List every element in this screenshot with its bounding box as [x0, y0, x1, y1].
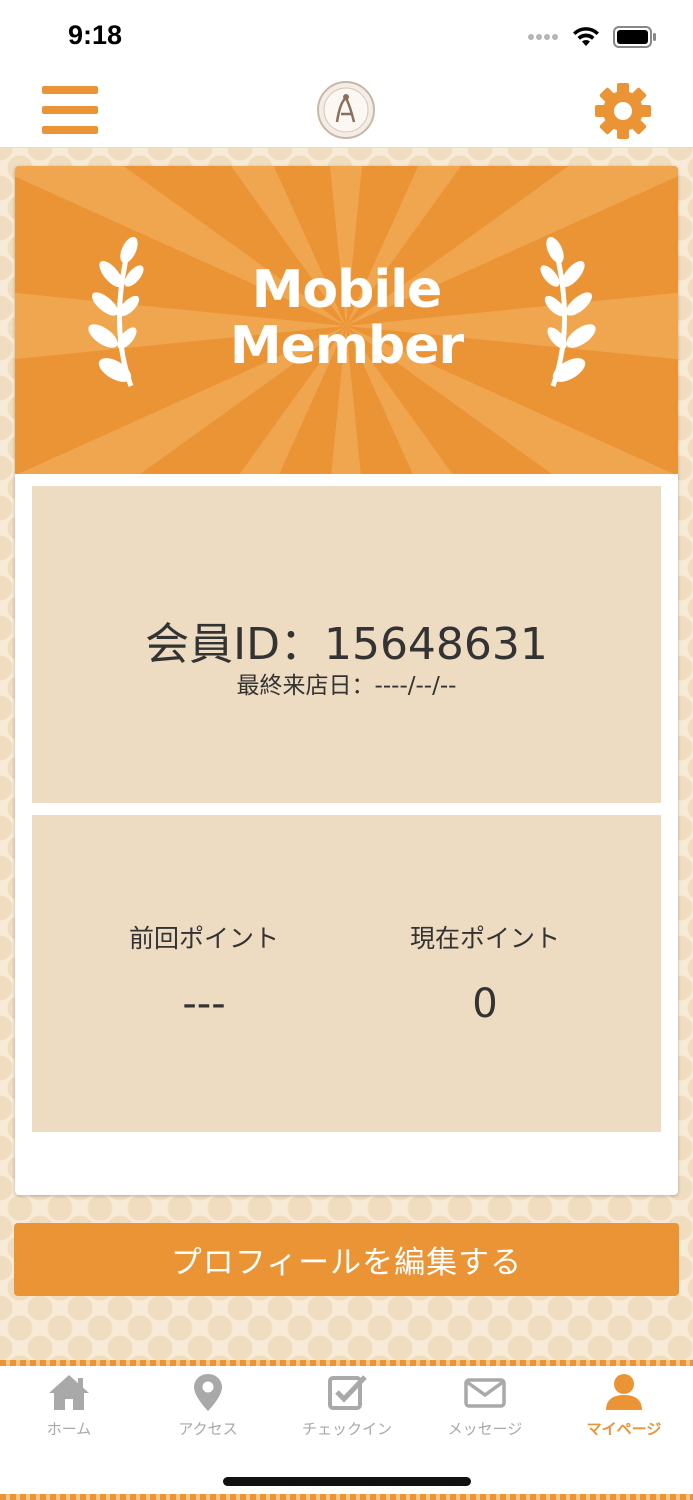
- mail-icon: [464, 1378, 506, 1408]
- gear-icon[interactable]: [594, 82, 652, 140]
- member-card: Mobile Member 会員ID：15648631 最終来店日：----/-…: [15, 166, 678, 1195]
- member-id-panel: 会員ID：15648631 最終来店日：----/--/--: [32, 486, 661, 803]
- tab-checkin[interactable]: チェックイン: [278, 1372, 416, 1456]
- mobile-member-banner: Mobile Member: [15, 166, 678, 474]
- shop-logo: [317, 81, 375, 139]
- tab-home[interactable]: ホーム: [0, 1372, 138, 1456]
- current-points-value: 0: [472, 981, 498, 1027]
- status-icons: [527, 26, 657, 48]
- laurel-right-icon: [540, 236, 596, 387]
- tab-home-label: ホーム: [46, 1420, 92, 1438]
- previous-points: 前回ポイント ---: [94, 919, 314, 1027]
- previous-points-value: ---: [182, 981, 226, 1027]
- signal-icon: [528, 34, 558, 40]
- edit-profile-button[interactable]: プロフィールを編集する: [14, 1223, 679, 1296]
- home-icon: [49, 1375, 89, 1410]
- bottom-stripe: [0, 1494, 693, 1500]
- previous-points-label: 前回ポイント: [128, 924, 279, 953]
- tab-access[interactable]: アクセス: [139, 1372, 277, 1456]
- status-time: 9:18: [68, 20, 123, 50]
- battery-icon: [613, 26, 656, 48]
- map-pin-icon: [194, 1374, 222, 1411]
- checkin-checkbox-icon: [328, 1375, 367, 1410]
- tab-access-label: アクセス: [178, 1420, 238, 1438]
- tab-mypage[interactable]: マイページ: [555, 1372, 693, 1456]
- tab-checkin-label: チェックイン: [301, 1420, 392, 1438]
- nav-bar: [0, 70, 693, 148]
- current-points-label: 現在ポイント: [409, 924, 560, 953]
- points-panel: 前回ポイント --- 現在ポイント 0: [32, 815, 661, 1132]
- current-points: 現在ポイント 0: [375, 919, 595, 1027]
- home-indicator: [223, 1477, 471, 1486]
- tab-message[interactable]: メッセージ: [416, 1372, 554, 1456]
- wifi-icon: [573, 27, 599, 46]
- user-icon: [606, 1374, 642, 1410]
- last-visit-date: 最終来店日：----/--/--: [236, 673, 457, 699]
- tab-mypage-label: マイページ: [586, 1420, 662, 1438]
- member-id: 会員ID：15648631: [145, 619, 548, 670]
- status-bar: 9:18: [0, 0, 693, 70]
- tab-message-label: メッセージ: [447, 1420, 523, 1438]
- hamburger-menu-icon[interactable]: [42, 86, 98, 134]
